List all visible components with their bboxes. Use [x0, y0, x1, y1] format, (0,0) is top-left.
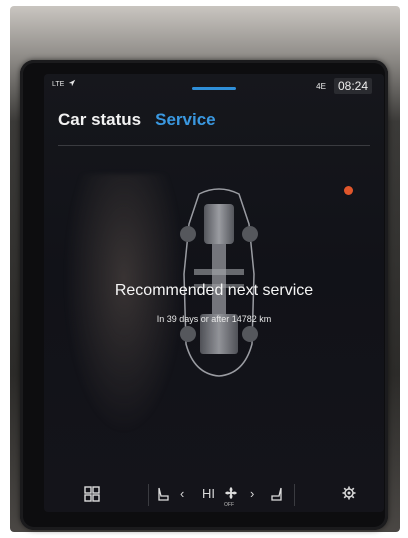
fan-level-label: HI — [202, 486, 215, 501]
tab-service[interactable]: Service — [155, 110, 216, 130]
location-arrow-icon — [68, 79, 76, 89]
fan-decrease-icon[interactable]: ‹ — [180, 486, 184, 501]
drag-handle[interactable] — [192, 87, 236, 90]
tab-bar: Car status Service — [58, 110, 216, 130]
bar-separator — [148, 484, 149, 506]
fan-icon[interactable] — [224, 486, 238, 503]
clock: 08:24 — [333, 78, 372, 94]
status-left: LTE — [52, 79, 76, 89]
signal-indicator: 4E — [316, 81, 326, 91]
seat-heat-right-icon[interactable] — [270, 486, 284, 505]
status-right: 4E 08:24 — [316, 78, 372, 94]
infotainment-screen: LTE 4E 08:24 Car status Service Recommen… — [44, 74, 384, 512]
service-headline: Recommended next service — [114, 282, 314, 299]
tab-car-status[interactable]: Car status — [58, 110, 141, 130]
fan-off-label: OFF — [224, 502, 234, 508]
seat-heat-icon[interactable] — [156, 486, 170, 505]
grid-icon[interactable] — [84, 486, 100, 505]
screen-reflection — [64, 174, 184, 434]
bar-separator — [294, 484, 295, 506]
header-divider — [58, 145, 370, 146]
fan-increase-icon[interactable]: › — [250, 486, 254, 501]
climate-bar: ‹ HI OFF › — [44, 476, 384, 512]
warning-dot — [344, 186, 353, 195]
gear-icon[interactable] — [342, 486, 356, 503]
service-subline: In 39 days or after 14782 km — [156, 314, 272, 324]
status-bar: LTE 4E 08:24 — [44, 74, 384, 96]
network-label: LTE — [52, 80, 65, 88]
